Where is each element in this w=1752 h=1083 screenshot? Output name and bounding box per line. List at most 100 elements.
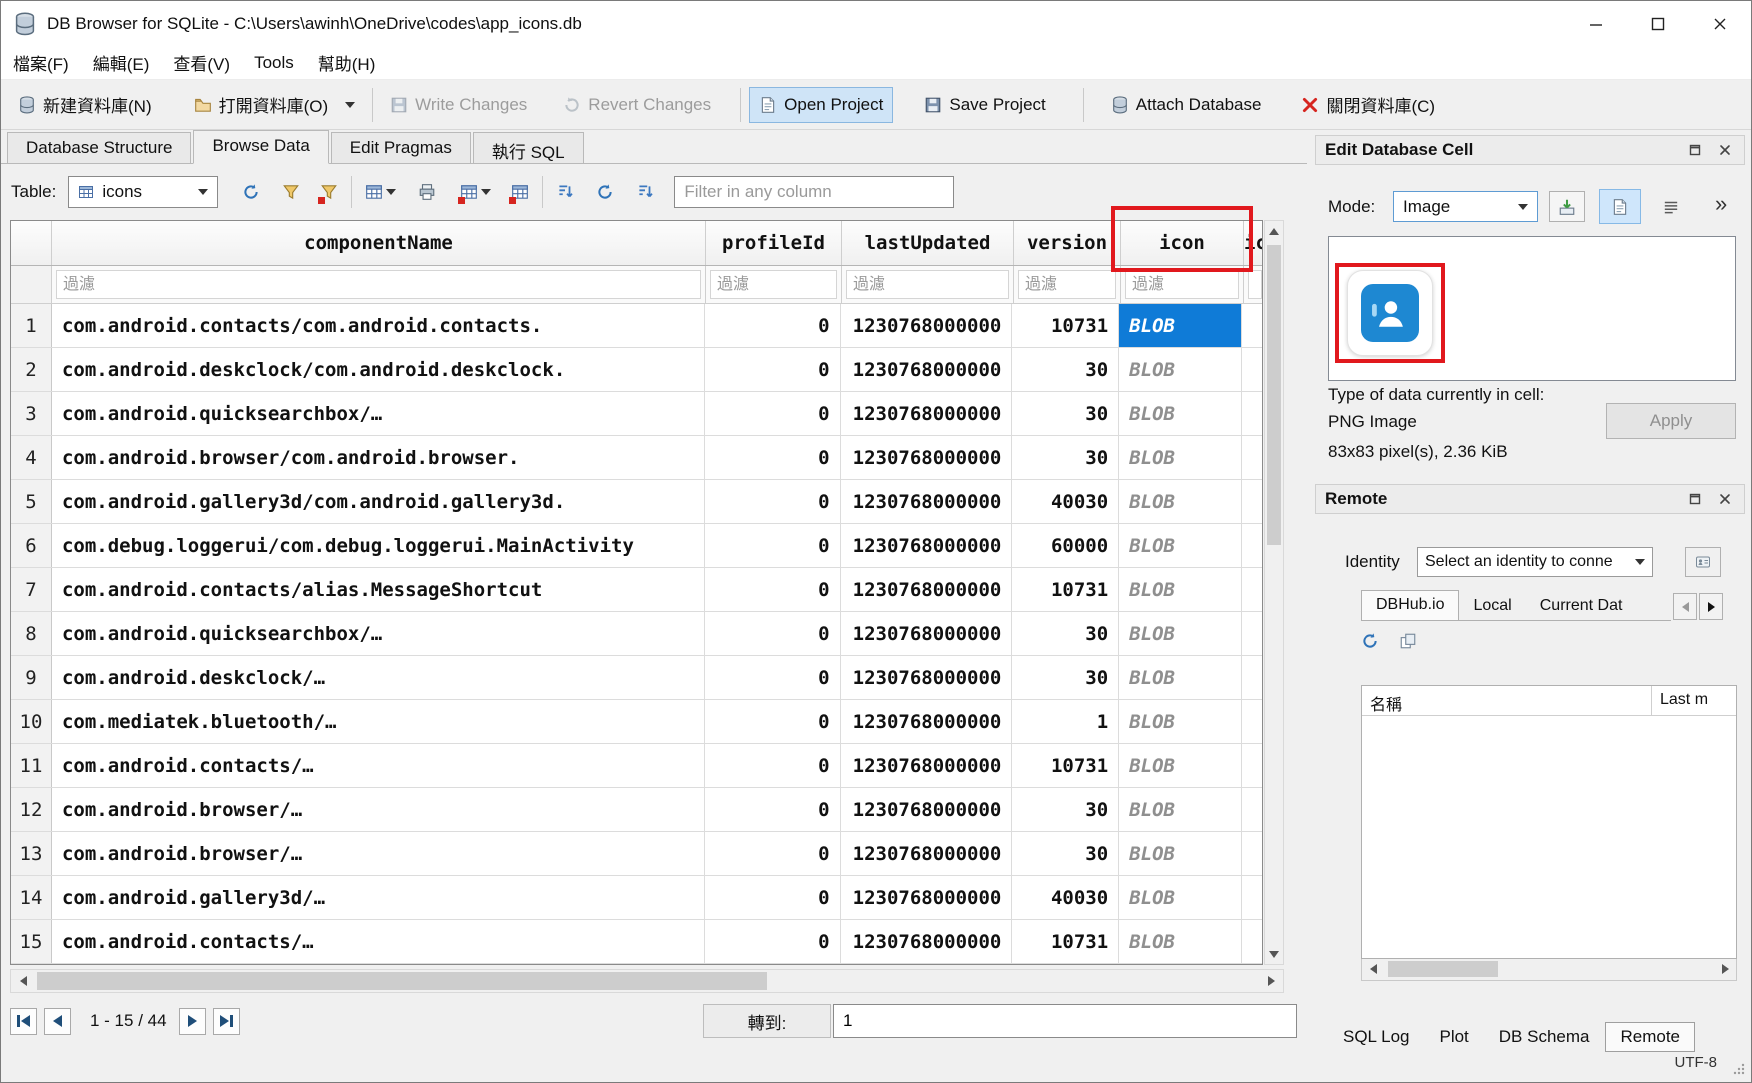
cell-icon[interactable]: BLOB [1119,788,1242,831]
cell-lastUpdated[interactable]: 1230768000000 [841,348,1013,391]
cell-lastUpdated[interactable]: 1230768000000 [841,524,1013,567]
sort-desc-button[interactable] [630,176,660,208]
remote-tab-local[interactable]: Local [1459,592,1525,620]
more-tools-button[interactable]: » [1715,191,1727,217]
scroll-right-icon[interactable] [1259,970,1283,992]
cell-componentName[interactable]: com.android.gallery3d/com.android.galler… [52,480,705,523]
cell-partial[interactable] [1242,480,1262,523]
column-header-lastUpdated[interactable]: lastUpdated [842,221,1014,265]
cell-componentName[interactable]: com.android.contacts/com.android.contact… [52,304,705,347]
goto-button[interactable]: 轉到: [703,1004,831,1038]
cell-lastUpdated[interactable]: 1230768000000 [841,920,1013,963]
goto-input[interactable] [833,1004,1297,1038]
cell-profileId[interactable]: 0 [705,480,841,523]
cell-profileId[interactable]: 0 [705,524,841,567]
close-dock-icon[interactable] [1715,489,1735,509]
cell-lastUpdated[interactable]: 1230768000000 [841,876,1013,919]
cell-lastUpdated[interactable]: 1230768000000 [841,612,1013,655]
remote-column-name[interactable]: 名稱 [1362,686,1652,715]
menu-file[interactable]: 檔案(F) [1,45,81,80]
cell-profileId[interactable]: 0 [705,920,841,963]
cell-lastUpdated[interactable]: 1230768000000 [841,304,1013,347]
horizontal-scrollbar[interactable] [10,969,1284,993]
attach-database-button[interactable]: Attach Database [1102,88,1271,122]
save-filter-button[interactable] [314,176,344,208]
cell-componentName[interactable]: com.android.quicksearchbox/… [52,612,705,655]
cell-profileId[interactable]: 0 [705,876,841,919]
tab-edit-pragmas[interactable]: Edit Pragmas [331,132,471,163]
identity-select[interactable]: Select an identity to conne [1417,547,1653,577]
tab-execute-sql[interactable]: 執行 SQL [473,132,584,163]
cell-componentName[interactable]: com.android.contacts/alias.MessageShortc… [52,568,705,611]
cell-lastUpdated[interactable]: 1230768000000 [841,436,1013,479]
cell-lastUpdated[interactable]: 1230768000000 [841,568,1013,611]
apply-button[interactable]: Apply [1606,403,1736,439]
cell-version[interactable]: 10731 [1012,744,1119,787]
filter-input-profileId[interactable] [710,270,837,299]
horizontal-scroll-thumb[interactable] [37,972,767,990]
cell-profileId[interactable]: 0 [705,348,841,391]
close-dock-icon[interactable] [1715,140,1735,160]
open-database-caret-icon[interactable] [345,102,355,108]
remote-tab-current[interactable]: Current Dat [1526,592,1637,620]
cell-icon[interactable]: BLOB [1119,832,1242,875]
tab-database-structure[interactable]: Database Structure [7,132,191,163]
remote-scroll-left-icon[interactable] [1362,959,1384,979]
cell-version[interactable]: 30 [1012,392,1119,435]
cell-profileId[interactable]: 0 [705,568,841,611]
resize-grip-icon[interactable] [1732,1062,1746,1076]
cell-componentName[interactable]: com.android.quicksearchbox/… [52,392,705,435]
menu-help[interactable]: 幫助(H) [306,45,388,80]
word-wrap-button[interactable] [1655,193,1687,221]
mode-select[interactable]: Image [1393,191,1538,222]
filter-input-version[interactable] [1018,270,1116,299]
cell-version[interactable]: 30 [1012,788,1119,831]
cell-version[interactable]: 10731 [1012,568,1119,611]
cell-partial[interactable] [1242,568,1262,611]
new-record-button[interactable] [359,176,402,208]
dock-tab-sql-log[interactable]: SQL Log [1329,1023,1423,1051]
cell-version[interactable]: 10731 [1012,920,1119,963]
cell-profileId[interactable]: 0 [705,612,841,655]
cell-icon[interactable]: BLOB [1119,436,1242,479]
cell-profileId[interactable]: 0 [705,392,841,435]
cell-partial[interactable] [1242,656,1262,699]
open-project-button[interactable]: Open Project [749,87,893,123]
cell-partial[interactable] [1242,788,1262,831]
float-dock-icon[interactable] [1685,489,1705,509]
filter-input-partial[interactable] [1248,270,1262,299]
remote-scroll-right-icon[interactable] [1714,959,1736,979]
cell-profileId[interactable]: 0 [705,744,841,787]
float-dock-icon[interactable] [1685,140,1705,160]
scroll-left-icon[interactable] [11,970,35,992]
cell-lastUpdated[interactable]: 1230768000000 [841,656,1013,699]
clone-database-button[interactable] [1399,632,1417,655]
cell-version[interactable]: 30 [1012,436,1119,479]
first-page-button[interactable] [10,1008,37,1035]
cell-componentName[interactable]: com.android.contacts/… [52,920,705,963]
dock-tab-db-schema[interactable]: DB Schema [1485,1023,1604,1051]
cell-icon[interactable]: BLOB [1119,876,1242,919]
cell-version[interactable]: 30 [1012,832,1119,875]
cell-lastUpdated[interactable]: 1230768000000 [841,744,1013,787]
cell-componentName[interactable]: com.android.gallery3d/… [52,876,705,919]
minimize-button[interactable] [1565,1,1627,46]
column-header-version[interactable]: version [1014,221,1121,265]
table-selector[interactable]: icons [68,176,218,208]
identity-import-button[interactable] [1685,547,1721,577]
column-header-profileId[interactable]: profileId [706,221,842,265]
sort-asc-button[interactable] [550,176,580,208]
cell-componentName[interactable]: com.mediatek.bluetooth/… [52,700,705,743]
filter-input-icon[interactable] [1125,270,1239,299]
cell-icon[interactable]: BLOB [1119,304,1242,347]
tab-browse-data[interactable]: Browse Data [193,130,328,164]
cell-lastUpdated[interactable]: 1230768000000 [841,700,1013,743]
cell-icon[interactable]: BLOB [1119,392,1242,435]
remote-tab-dbhub[interactable]: DBHub.io [1361,590,1459,621]
import-data-button[interactable] [1549,191,1585,222]
cell-componentName[interactable]: com.android.deskclock/… [52,656,705,699]
column-header-icon[interactable]: icon [1121,221,1244,265]
cell-version[interactable]: 40030 [1012,480,1119,523]
maximize-button[interactable] [1627,1,1689,46]
cell-icon[interactable]: BLOB [1119,568,1242,611]
